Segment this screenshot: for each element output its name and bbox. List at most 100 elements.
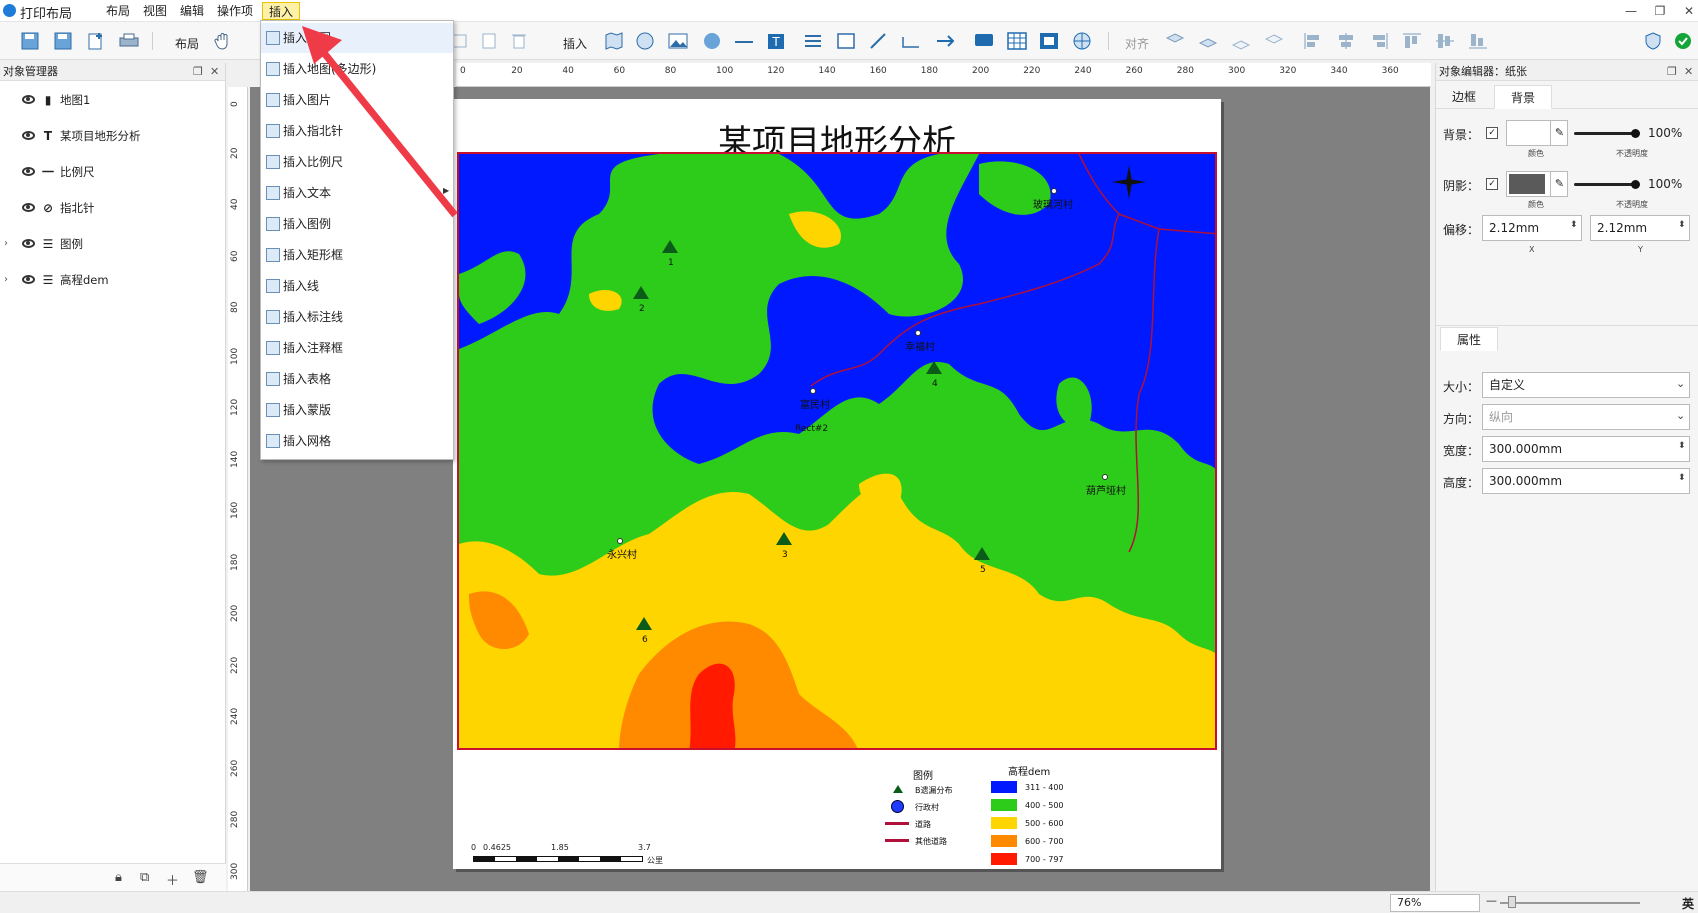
insert-north-arrow-icon[interactable]: [701, 31, 723, 51]
restore-button[interactable]: ❐: [1648, 2, 1672, 20]
visibility-eye-icon[interactable]: [22, 131, 35, 140]
align-middle-icon[interactable]: [1434, 31, 1456, 51]
background-opacity-knob[interactable]: [1631, 129, 1640, 138]
shadow-checkbox[interactable]: ✓: [1486, 178, 1498, 190]
shadow-opacity-slider[interactable]: [1574, 183, 1634, 186]
insert-text-icon[interactable]: T: [765, 31, 787, 51]
dropdown-item[interactable]: 插入矩形框: [261, 240, 453, 270]
new-page-icon[interactable]: [85, 31, 107, 51]
tree-item[interactable]: ▮ 地图1: [0, 89, 226, 111]
zoom-select[interactable]: 76%: [1390, 894, 1480, 912]
insert-annotation-icon[interactable]: [973, 31, 995, 51]
layer-bottom-icon[interactable]: [1263, 31, 1285, 51]
size-select[interactable]: 自定义: [1482, 372, 1690, 398]
offset-y-input[interactable]: 2.12mm: [1590, 215, 1690, 241]
close-button[interactable]: ✕: [1677, 2, 1698, 20]
tree-item[interactable]: › ☰ 图例: [0, 233, 226, 255]
pan-hand-icon[interactable]: [212, 31, 234, 51]
save-as-icon[interactable]: [52, 31, 74, 51]
visibility-eye-icon[interactable]: [22, 275, 35, 284]
menu-layout[interactable]: 布局: [100, 2, 136, 20]
dropdown-item[interactable]: 插入网格: [261, 426, 453, 456]
background-checkbox[interactable]: ✓: [1486, 127, 1498, 139]
align-top-icon[interactable]: [1401, 31, 1423, 51]
eyedropper-icon[interactable]: ✎: [1550, 172, 1568, 196]
insert-line-icon[interactable]: [867, 31, 889, 51]
save-icon[interactable]: [19, 31, 41, 51]
expand-chevron-icon[interactable]: ›: [4, 233, 8, 255]
layer-up-icon[interactable]: [1164, 31, 1186, 51]
delete-icon[interactable]: [508, 31, 530, 51]
ime-indicator[interactable]: 英: [1682, 895, 1694, 912]
lock-icon[interactable]: 🔒︎: [115, 870, 122, 885]
spinner-icon[interactable]: ⬍: [1678, 220, 1686, 230]
orientation-select[interactable]: 纵向: [1482, 404, 1690, 430]
visibility-eye-icon[interactable]: [22, 239, 35, 248]
insert-rectangle-icon[interactable]: [835, 31, 857, 51]
layer-down-icon[interactable]: [1197, 31, 1219, 51]
tab-border[interactable]: 边框: [1436, 85, 1492, 109]
align-bottom-icon[interactable]: [1467, 31, 1489, 51]
align-left-icon[interactable]: [1302, 31, 1324, 51]
insert-image-icon[interactable]: [667, 31, 689, 51]
map-frame[interactable]: 玻璃河村 幸福村 富民村 Rect#2 葫芦垭村 永兴村 1 2 3 4 5 6: [457, 152, 1217, 750]
tree-item[interactable]: › ☰ 高程dem: [0, 269, 226, 291]
add-icon[interactable]: ＋: [166, 870, 179, 889]
insert-scalebar-icon[interactable]: [733, 31, 755, 51]
zoom-out-icon[interactable]: —: [1486, 894, 1497, 907]
close-panel-icon[interactable]: ✕: [210, 63, 219, 81]
eyedropper-icon[interactable]: ✎: [1550, 121, 1568, 145]
dropdown-item[interactable]: 插入线: [261, 271, 453, 301]
width-input[interactable]: 300.000mm: [1482, 436, 1690, 462]
insert-callout-line-icon[interactable]: [900, 31, 922, 51]
chevron-down-icon[interactable]: ⌄: [1676, 409, 1685, 422]
insert-polygon-map-icon[interactable]: [634, 31, 656, 51]
align-center-icon[interactable]: [1335, 31, 1357, 51]
tree-item[interactable]: 一比例尺: [0, 161, 226, 183]
tree-item[interactable]: T 某项目地形分析: [0, 125, 226, 147]
insert-arrow-icon[interactable]: [935, 31, 957, 51]
minimize-button[interactable]: —: [1619, 2, 1643, 20]
spinner-icon[interactable]: ⬍: [1678, 441, 1686, 451]
menu-view[interactable]: 视图: [137, 2, 173, 20]
duplicate-icon[interactable]: ⧉: [140, 870, 149, 885]
dropdown-item[interactable]: 插入表格: [261, 364, 453, 394]
tab-properties[interactable]: 属性: [1440, 327, 1499, 351]
trash-icon[interactable]: 🗑︎: [192, 870, 209, 885]
dropdown-item[interactable]: 插入标注线: [261, 302, 453, 332]
zoom-slider-knob[interactable]: [1508, 896, 1516, 908]
online-status-icon[interactable]: [1672, 31, 1694, 51]
menu-insert[interactable]: 插入: [262, 2, 301, 20]
spinner-icon[interactable]: ⬍: [1570, 220, 1578, 230]
dropdown-item[interactable]: 插入蒙版: [261, 395, 453, 425]
insert-map-icon[interactable]: [603, 31, 625, 51]
chevron-down-icon[interactable]: ⌄: [1676, 377, 1685, 390]
insert-mask-icon[interactable]: [1038, 31, 1060, 51]
insert-grid-icon[interactable]: [1071, 31, 1093, 51]
tree-item[interactable]: ⊘ 指北针: [0, 197, 226, 219]
visibility-eye-icon[interactable]: [22, 167, 35, 176]
zoom-slider[interactable]: [1500, 902, 1640, 904]
height-input[interactable]: 300.000mm: [1482, 468, 1690, 494]
visibility-eye-icon[interactable]: [22, 203, 35, 212]
print-icon[interactable]: [118, 31, 140, 51]
offset-x-input[interactable]: 2.12mm: [1482, 215, 1582, 241]
shadow-opacity-knob[interactable]: [1631, 180, 1640, 189]
spinner-icon[interactable]: ⬍: [1678, 473, 1686, 483]
float-panel-icon[interactable]: ❐: [1667, 63, 1677, 81]
align-right-icon[interactable]: [1368, 31, 1390, 51]
shield-icon[interactable]: [1642, 31, 1664, 51]
menu-edit[interactable]: 编辑: [174, 2, 210, 20]
close-panel-icon[interactable]: ✕: [1684, 63, 1693, 81]
menu-operations[interactable]: 操作项: [211, 2, 259, 20]
scale-bar[interactable]: 0 0.4625 1.85 3.7 公里: [471, 843, 681, 873]
insert-legend-icon[interactable]: [802, 31, 824, 51]
layout-page[interactable]: 某项目地形分析 玻璃河村 幸福村 富民村 Rect#2 葫芦垭村 永兴村 1 2…: [453, 99, 1221, 869]
float-panel-icon[interactable]: ❐: [193, 63, 203, 81]
tab-background[interactable]: 背景: [1494, 85, 1553, 109]
background-opacity-slider[interactable]: [1574, 132, 1634, 135]
north-arrow[interactable]: [1109, 162, 1149, 202]
expand-chevron-icon[interactable]: ›: [4, 269, 8, 291]
copy-icon[interactable]: [478, 31, 500, 51]
dropdown-item[interactable]: 插入注释框: [261, 333, 453, 363]
